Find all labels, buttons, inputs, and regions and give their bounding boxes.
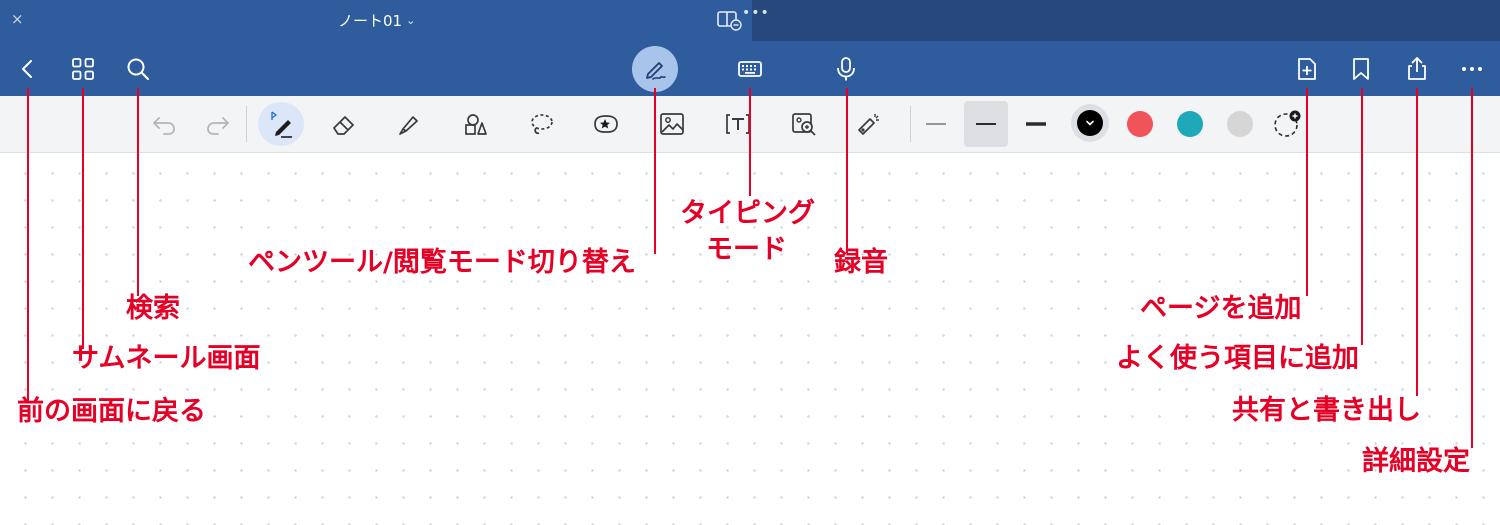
lasso-icon <box>531 114 553 135</box>
callout-line-recording <box>846 88 848 253</box>
shape-tool-button[interactable] <box>454 96 498 152</box>
callout-thumbnails: サムネール画面 <box>72 343 261 374</box>
document-title: ノート01 <box>338 12 403 30</box>
callout-add-page: ページを追加 <box>1140 293 1302 324</box>
title-bar-right-area <box>752 0 1500 41</box>
laser-pointer-tool-button[interactable] <box>846 96 890 152</box>
thick-line-icon <box>1026 122 1046 126</box>
redo-button[interactable] <box>196 96 240 152</box>
document-title-menu[interactable]: ノート01 ⌄ <box>338 10 415 31</box>
highlighter-icon <box>399 116 418 135</box>
stroke-medium-button[interactable] <box>964 101 1008 147</box>
add-page-icon <box>1298 57 1316 80</box>
laser-pointer-icon <box>858 114 879 135</box>
eraser-icon <box>333 116 354 135</box>
image-icon <box>660 113 684 135</box>
chevron-down-icon <box>1086 120 1094 126</box>
callout-line-pen-mode <box>654 88 656 254</box>
pen-mode-toggle-button[interactable] <box>632 46 678 92</box>
search-icon <box>127 58 150 80</box>
medium-line-icon <box>976 123 996 125</box>
callout-favorites: よく使う項目に追加 <box>1116 343 1359 374</box>
callout-search: 検索 <box>126 293 180 324</box>
zoom-window-tool-button[interactable] <box>782 96 826 152</box>
chevron-down-icon: ⌄ <box>406 14 416 27</box>
pen-icon <box>646 62 666 80</box>
thin-line-icon <box>926 123 946 125</box>
back-icon <box>22 59 32 78</box>
image-tool-button[interactable] <box>650 96 694 152</box>
callout-line-favorites <box>1361 88 1363 345</box>
color-swatch-teal[interactable] <box>1177 111 1203 137</box>
toolbar-divider <box>246 106 247 142</box>
color-swatch-black[interactable] <box>1077 110 1103 136</box>
multitask-dots-icon[interactable]: ••• <box>742 6 770 20</box>
shapes-icon <box>465 114 487 135</box>
highlighter-tool-button[interactable] <box>386 96 430 152</box>
callout-settings: 詳細設定 <box>1362 446 1470 477</box>
eraser-tool-button[interactable] <box>322 96 366 152</box>
keyboard-icon <box>738 60 762 77</box>
lasso-tool-button[interactable] <box>520 96 564 152</box>
bookmark-icon <box>1353 57 1369 80</box>
text-box-icon <box>726 114 750 134</box>
sticker-tool-button[interactable] <box>584 96 628 152</box>
callout-line-share <box>1416 88 1418 396</box>
callout-line-search <box>137 88 139 296</box>
microphone-icon <box>837 56 855 80</box>
callout-recording: 録音 <box>834 247 888 278</box>
callout-typing-line1: タイピング <box>680 198 815 229</box>
color-swatch-gray[interactable] <box>1227 111 1253 137</box>
more-icon <box>1462 66 1482 71</box>
zoom-window-icon <box>792 113 816 136</box>
callout-typing-line2: モード <box>706 234 787 265</box>
sticker-icon <box>594 115 618 133</box>
window-close-button[interactable]: × <box>11 8 24 30</box>
callout-line-typing <box>749 88 751 196</box>
callout-line-add-page <box>1306 88 1308 296</box>
callout-share-export: 共有と書き出し <box>1232 395 1421 426</box>
redo-icon <box>207 117 229 135</box>
undo-icon <box>153 117 175 135</box>
callout-line-thumbnails <box>82 88 84 349</box>
share-icon <box>1408 56 1426 80</box>
callout-line-back <box>27 88 29 401</box>
callout-line-settings <box>1471 88 1473 448</box>
color-swatch-red[interactable] <box>1127 111 1153 137</box>
pen-tool-button[interactable] <box>259 96 303 152</box>
undo-button[interactable] <box>142 96 186 152</box>
stroke-thick-button[interactable] <box>1014 96 1058 152</box>
bluetooth-pen-icon <box>271 111 292 138</box>
stroke-thin-button[interactable] <box>914 96 958 152</box>
title-bar: × ノート01 ⌄ ••• <box>0 0 1500 41</box>
text-box-tool-button[interactable] <box>716 96 760 152</box>
split-view-icon[interactable] <box>716 9 742 31</box>
toolbar-divider <box>910 106 911 142</box>
callout-pen-mode: ペンツール/閲覧モード切り替え <box>248 247 636 278</box>
thumbnail-grid-icon <box>72 57 94 80</box>
callout-back: 前の画面に戻る <box>17 396 206 427</box>
add-color-icon[interactable] <box>1272 109 1304 139</box>
